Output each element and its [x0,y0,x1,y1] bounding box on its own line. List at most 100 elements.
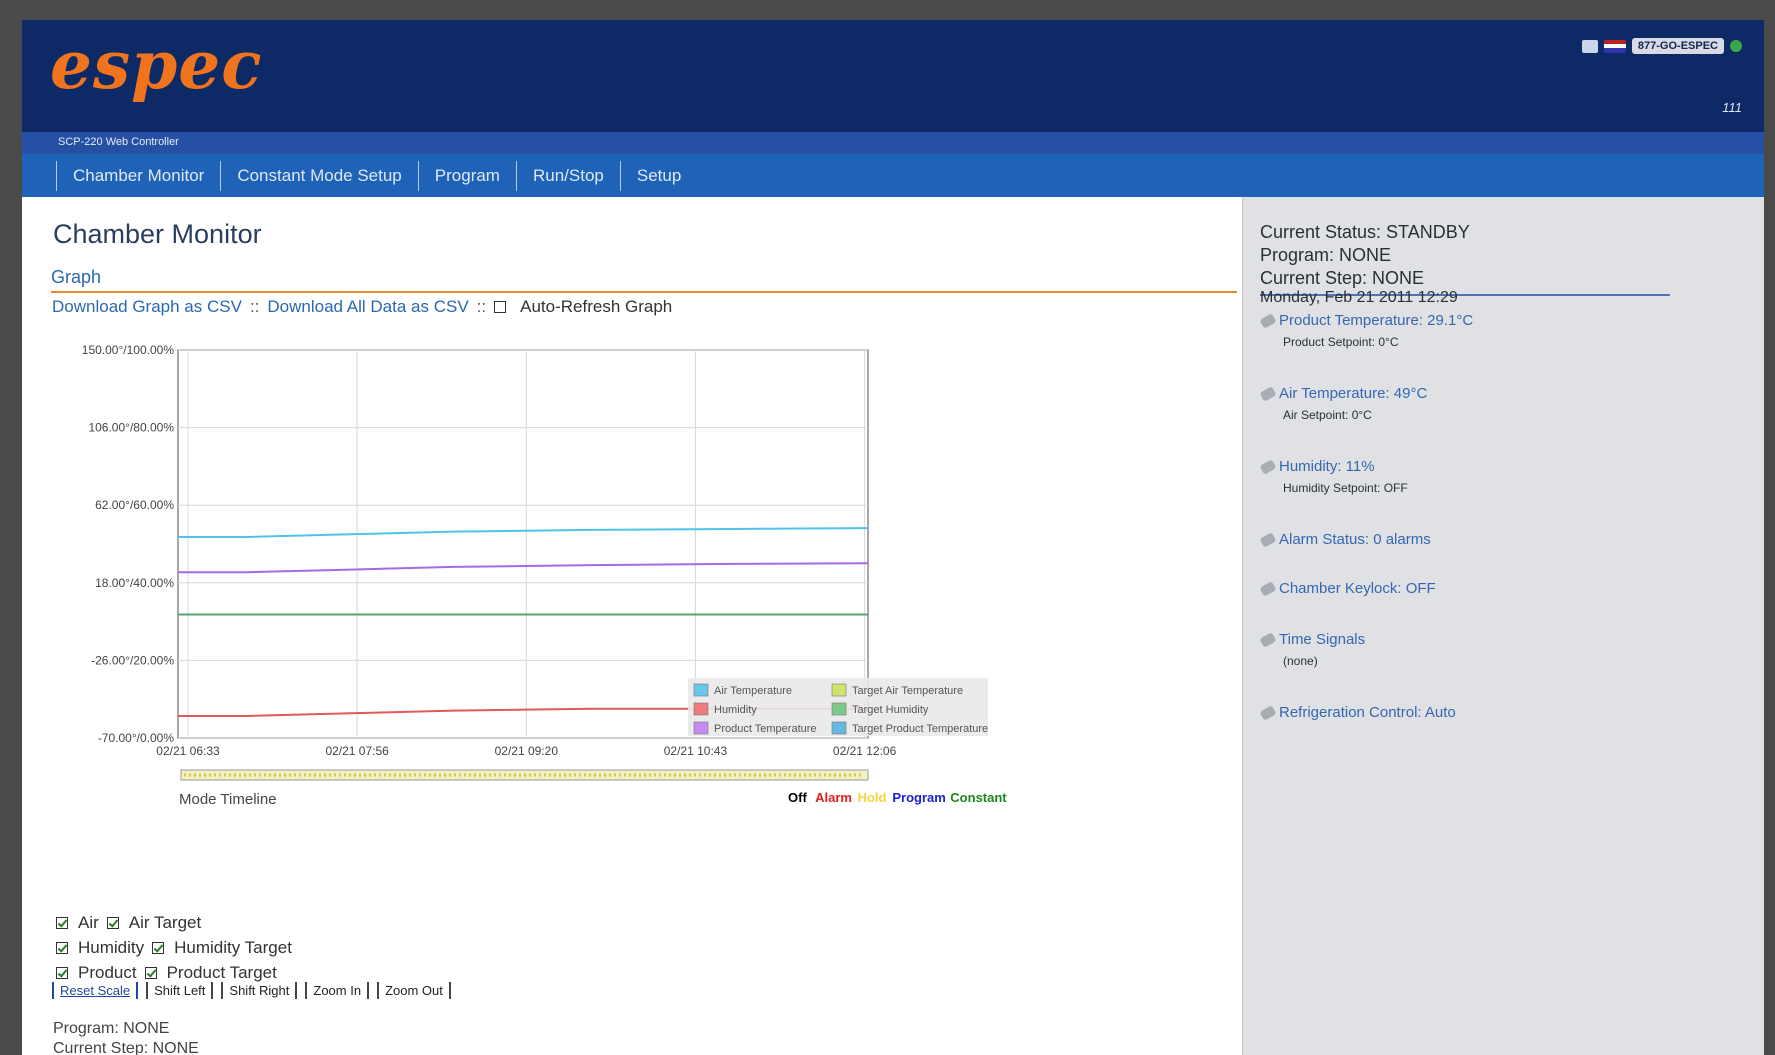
time-signals-value: (none) [1283,654,1318,668]
pin-icon [1259,705,1277,721]
graph-section-header: Graph [51,267,1237,293]
air-target-label: Air Target [128,913,202,932]
x-tick-label: 02/21 06:33 [156,744,220,758]
nav-setup[interactable]: Setup [619,160,697,191]
mode-legend-constant: Constant [950,790,1007,805]
legend-swatch [693,702,709,716]
app-window: espec 877-GO-ESPEC 111 SCP-220 Web Contr… [22,20,1764,1055]
refrigeration-control-link[interactable]: Refrigeration Control: Auto [1279,704,1456,721]
graph-links: Download Graph as CSV :: Download All Da… [52,297,672,317]
current-status: Current Status: STANDBY [1260,222,1470,242]
air-setpoint: Air Setpoint: 0°C [1283,408,1372,422]
main-nav: Chamber Monitor Constant Mode Setup Prog… [22,154,1764,197]
legend-swatch [831,702,847,716]
series-toggles: Air Air Target Humidity Humidity Target … [56,910,292,985]
page-title: Chamber Monitor [53,219,262,249]
email-icon[interactable] [1581,39,1598,53]
x-tick-label: 02/21 07:56 [325,744,389,758]
link-separator: :: [249,297,260,316]
air-temperature-link[interactable]: Air Temperature: 49°C [1279,385,1427,402]
step-line: Current Step: NONE [53,1040,199,1055]
header-utilities: 877-GO-ESPEC [1581,38,1742,54]
shift-right-button[interactable]: Shift Right [221,982,298,999]
humidity-label: Humidity [78,938,145,957]
mode-legend-program: Program [892,790,945,805]
mode-legend-off: Off [788,790,807,805]
nav-constant-mode-setup[interactable]: Constant Mode Setup [220,160,417,191]
nav-program[interactable]: Program [417,160,516,191]
x-tick-label: 02/21 12:06 [833,744,897,758]
phone-number: 877-GO-ESPEC [1631,38,1724,54]
download-graph-csv-link[interactable]: Download Graph as CSV [52,297,242,317]
program-info: Program: NONE Current Step: NONE [53,1019,199,1055]
time-signals-link[interactable]: Time Signals [1279,631,1365,648]
header: espec 877-GO-ESPEC 111 [22,20,1764,132]
series-toggle-row: Humidity Humidity Target [56,935,292,960]
humidity-target-label: Humidity Target [174,938,292,957]
zoom-in-button[interactable]: Zoom In [305,982,370,999]
y-tick-label: -26.00°/20.00% [91,653,174,667]
alarm-status-link[interactable]: Alarm Status: 0 alarms [1279,531,1431,548]
graph-section-title: Graph [51,267,102,287]
y-tick-label: 62.00°/60.00% [95,498,174,512]
program-line: Program: NONE [53,1020,170,1037]
legend-label: Humidity [714,704,757,716]
current-step: Current Step: NONE [1260,268,1425,288]
espec-logo[interactable]: espec [50,26,262,104]
x-tick-label: 02/21 10:43 [664,744,728,758]
product-temperature-link[interactable]: Product Temperature: 29.1°C [1279,312,1473,329]
nav-chamber-monitor[interactable]: Chamber Monitor [56,160,220,191]
product-target-checkbox[interactable] [144,966,157,979]
y-tick-label: 18.00°/40.00% [95,576,174,590]
product-setpoint: Product Setpoint: 0°C [1283,335,1399,349]
reset-scale-button[interactable]: Reset Scale [52,982,139,999]
nav-run-stop[interactable]: Run/Stop [515,160,620,191]
pin-icon [1259,386,1277,402]
legend-label: Target Humidity [852,704,929,716]
legend-swatch [693,683,709,697]
legend-label: Product Temperature [714,723,817,735]
link-separator: :: [476,297,487,316]
time-signals-item[interactable]: Time Signals (none) [1259,631,1365,668]
auto-refresh-checkbox[interactable] [494,301,507,313]
shift-left-button[interactable]: Shift Left [146,982,214,999]
y-tick-label: -70.00°/0.00% [98,731,175,745]
series-toggle-row: Air Air Target [56,910,292,935]
humidity-checkbox[interactable] [56,941,68,954]
version-number: 111 [1722,100,1742,115]
phone-icon [1730,40,1742,52]
humidity-link[interactable]: Humidity: 11% [1279,458,1375,475]
air-target-checkbox[interactable] [106,916,119,929]
main-content: Chamber Monitor Graph Download Graph as … [22,197,1242,1055]
us-flag-icon[interactable] [1603,39,1626,53]
zoom-out-button[interactable]: Zoom Out [377,982,451,999]
humidity-item[interactable]: Humidity: 11% Humidity Setpoint: OFF [1259,458,1408,495]
pin-icon [1259,581,1277,597]
pin-icon [1259,313,1277,329]
air-checkbox[interactable] [56,916,68,929]
legend-label: Air Temperature [714,685,792,697]
current-program: Program: NONE [1260,245,1392,265]
mode-legend-alarm: Alarm [815,790,852,805]
air-label: Air [78,913,99,932]
download-all-csv-link[interactable]: Download All Data as CSV [267,297,468,317]
humidity-target-checkbox[interactable] [152,941,165,954]
product-bar: SCP-220 Web Controller [22,132,1764,154]
auto-refresh-label: Auto-Refresh Graph [520,297,673,316]
pin-icon [1259,459,1277,475]
product-checkbox[interactable] [56,966,68,979]
chamber-keylock-link[interactable]: Chamber Keylock: OFF [1279,580,1436,597]
air-temperature-item[interactable]: Air Temperature: 49°C Air Setpoint: 0°C [1259,385,1427,422]
alarm-status-item[interactable]: Alarm Status: 0 alarms [1259,531,1431,548]
chamber-keylock-item[interactable]: Chamber Keylock: OFF [1259,580,1436,597]
product-temperature-item[interactable]: Product Temperature: 29.1°C Product Setp… [1259,312,1473,349]
legend-swatch [831,683,847,697]
status-summary: Current Status: STANDBY Program: NONE Cu… [1260,221,1670,296]
pin-icon [1259,532,1277,548]
mode-timeline-label: Mode Timeline [179,791,277,808]
legend-swatch [831,721,847,735]
mode-legend-hold: Hold [858,790,887,805]
y-tick-label: 106.00°/80.00% [88,421,174,435]
y-tick-label: 150.00°/100.00% [82,343,175,357]
refrigeration-control-item[interactable]: Refrigeration Control: Auto [1259,704,1456,721]
